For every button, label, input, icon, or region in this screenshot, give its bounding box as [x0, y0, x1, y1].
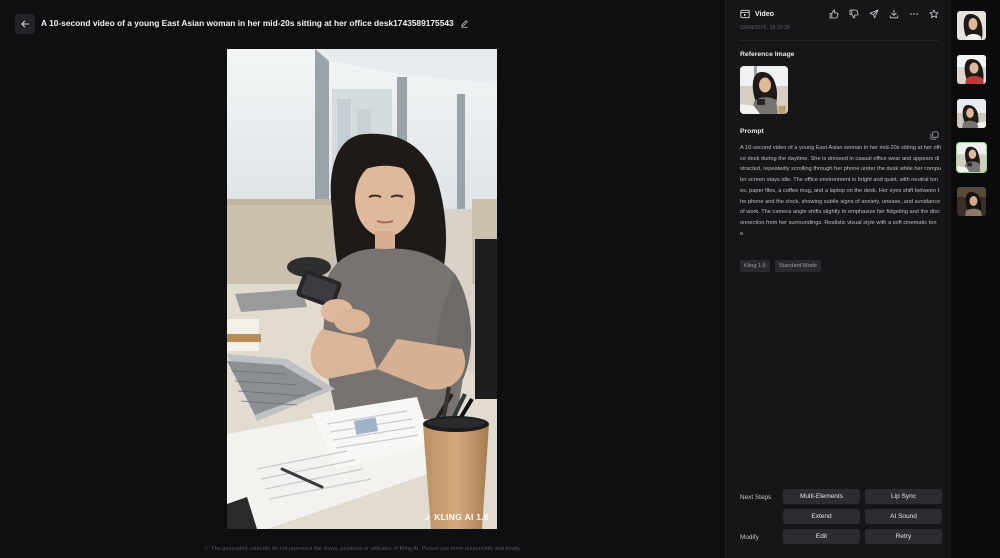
watermark-text: KLING AI 1.6 [434, 512, 489, 522]
header-divider [740, 40, 939, 41]
history-thumbnail[interactable] [956, 54, 987, 85]
next-steps-label: Next Steps [740, 494, 772, 501]
history-thumbnail[interactable] [956, 98, 987, 129]
thumbs-up-icon [829, 9, 839, 19]
download-button[interactable] [889, 9, 899, 19]
history-thumbnail[interactable] [956, 186, 987, 217]
more-button[interactable] [909, 9, 919, 19]
history-thumbnail-image [957, 55, 986, 84]
history-thumbnail[interactable] [956, 10, 987, 41]
star-icon [929, 9, 939, 18]
dislike-button[interactable] [849, 9, 859, 19]
download-icon [889, 9, 899, 19]
edit-title-button[interactable] [460, 18, 470, 28]
main-area: A 10-second video of a young East Asian … [0, 0, 725, 558]
history-thumbnail-image [957, 11, 986, 40]
details-panel: Video 02/04/2025, 18:19:35 Reference Ima… [725, 0, 951, 558]
reference-image[interactable] [740, 66, 788, 114]
reference-image-label: Reference Image [740, 51, 795, 58]
title-row: A 10-second video of a young East Asian … [41, 18, 470, 28]
history-thumbnail-active[interactable] [956, 142, 987, 173]
panel-header: Video [740, 9, 774, 19]
edit-button[interactable]: Edit [783, 529, 860, 544]
video-player[interactable]: KLING AI 1.6 [227, 49, 497, 529]
favorite-button[interactable] [929, 9, 939, 19]
panel-actions [829, 9, 939, 19]
extend-button[interactable]: Extend [783, 509, 860, 524]
prompt-text: A 10-second video of a young East Asian … [740, 145, 941, 237]
page-title: A 10-second video of a young East Asian … [41, 18, 454, 28]
pencil-icon [461, 19, 468, 28]
video-still-image [227, 49, 497, 529]
history-rail [951, 0, 1000, 558]
history-thumbnail-image [957, 143, 986, 172]
model-tag: Kling 1.6 [740, 260, 770, 272]
lip-sync-button[interactable]: Lip Sync [865, 489, 942, 504]
send-icon [869, 9, 879, 19]
arrow-left-icon [21, 20, 30, 28]
video-icon [740, 9, 750, 19]
copy-prompt-button[interactable] [930, 127, 939, 140]
timestamp: 02/04/2025, 18:19:35 [740, 25, 791, 31]
watermark: KLING AI 1.6 [422, 512, 489, 522]
history-thumbnail-image [957, 99, 986, 128]
app-root: A 10-second video of a young East Asian … [0, 0, 1000, 558]
modify-label: Modify [740, 534, 759, 541]
mode-tag: Standard Mode [774, 260, 822, 272]
panel-title: Video [755, 10, 774, 18]
prompt-label: Prompt [740, 128, 764, 135]
back-button[interactable] [15, 14, 35, 34]
more-icon [910, 13, 918, 15]
history-thumbnail-image [957, 187, 986, 216]
tag-list: Kling 1.6 Standard Mode [740, 260, 822, 272]
copy-icon [930, 131, 939, 140]
kling-logo-icon [423, 513, 430, 520]
thumbs-down-icon [849, 9, 859, 19]
ai-sound-button[interactable]: AI Sound [865, 509, 942, 524]
retry-button[interactable]: Retry [865, 529, 942, 544]
disclaimer-text: ⓘ The generated contents do not represen… [204, 546, 521, 552]
reference-image-thumbnail [740, 66, 788, 114]
share-button[interactable] [869, 9, 879, 19]
multi-elements-button[interactable]: Multi-Elements [783, 489, 860, 504]
like-button[interactable] [829, 9, 839, 19]
